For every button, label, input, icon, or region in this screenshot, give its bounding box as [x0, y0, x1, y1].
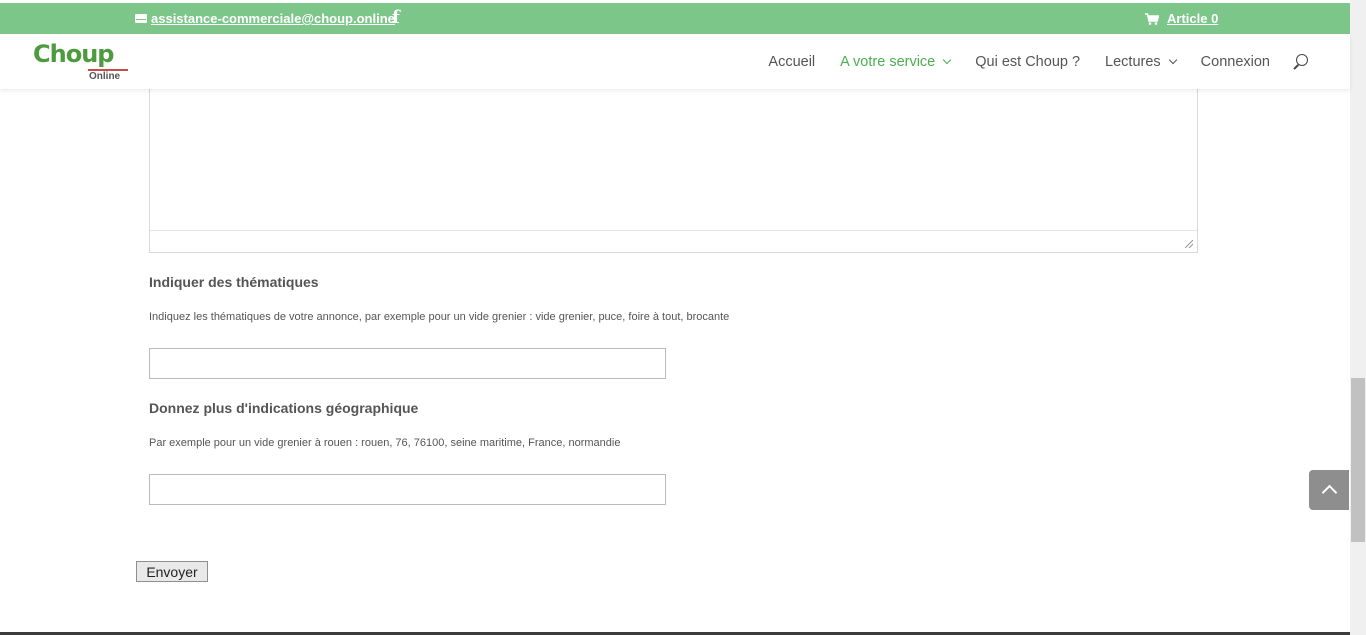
nav-item-a-votre-service[interactable]: A votre service	[840, 54, 950, 70]
chevron-down-icon	[1168, 56, 1176, 64]
mail-icon	[135, 14, 147, 23]
resize-grip-icon[interactable]	[1185, 240, 1193, 248]
nav-item-connexion[interactable]: Connexion	[1201, 54, 1270, 70]
chevron-down-icon	[943, 56, 951, 64]
logo-main: Choup	[33, 40, 113, 68]
scrollbar-thumb[interactable]	[1351, 378, 1365, 542]
page-scrollbar[interactable]	[1350, 0, 1366, 635]
cart-label: Article 0	[1167, 11, 1218, 26]
main-nav: Accueil A votre service Qui est Choup ? …	[743, 53, 1310, 71]
nav-item-lectures[interactable]: Lectures	[1105, 54, 1176, 70]
search-icon[interactable]	[1292, 53, 1310, 71]
editor-statusbar	[150, 230, 1197, 252]
description-textarea[interactable]	[149, 86, 1198, 253]
email-link[interactable]: assistance-commerciale@choup.online	[135, 11, 395, 26]
thematiques-input[interactable]	[149, 348, 666, 379]
site-header: Choup Online Accueil A votre service Qui…	[0, 34, 1350, 89]
site-logo[interactable]: Choup Online	[33, 40, 133, 84]
logo-sub: Online	[89, 71, 120, 82]
facebook-icon[interactable]: f	[392, 7, 400, 28]
nav-label: Lectures	[1105, 54, 1161, 70]
cart-link[interactable]: Article 0	[1145, 11, 1218, 26]
top-bar: assistance-commerciale@choup.online f Ar…	[0, 3, 1350, 34]
nav-label: A votre service	[840, 54, 935, 70]
geo-help: Par exemple pour un vide grenier à rouen…	[149, 437, 620, 449]
nav-item-qui-est-choup[interactable]: Qui est Choup ?	[975, 54, 1080, 70]
email-text: assistance-commerciale@choup.online	[151, 11, 395, 26]
thematiques-help: Indiquez les thématiques de votre annonc…	[149, 311, 729, 323]
nav-label: Accueil	[768, 54, 815, 70]
nav-item-accueil[interactable]: Accueil	[768, 54, 815, 70]
submit-button[interactable]: Envoyer	[136, 561, 208, 582]
thematiques-label: Indiquer des thématiques	[149, 274, 319, 290]
geo-label: Donnez plus d'indications géographique	[149, 400, 418, 416]
nav-label: Connexion	[1201, 54, 1270, 70]
cart-icon	[1145, 13, 1159, 25]
chevron-up-icon[interactable]	[1309, 470, 1349, 510]
geo-input[interactable]	[149, 474, 666, 505]
nav-label: Qui est Choup ?	[975, 54, 1080, 70]
